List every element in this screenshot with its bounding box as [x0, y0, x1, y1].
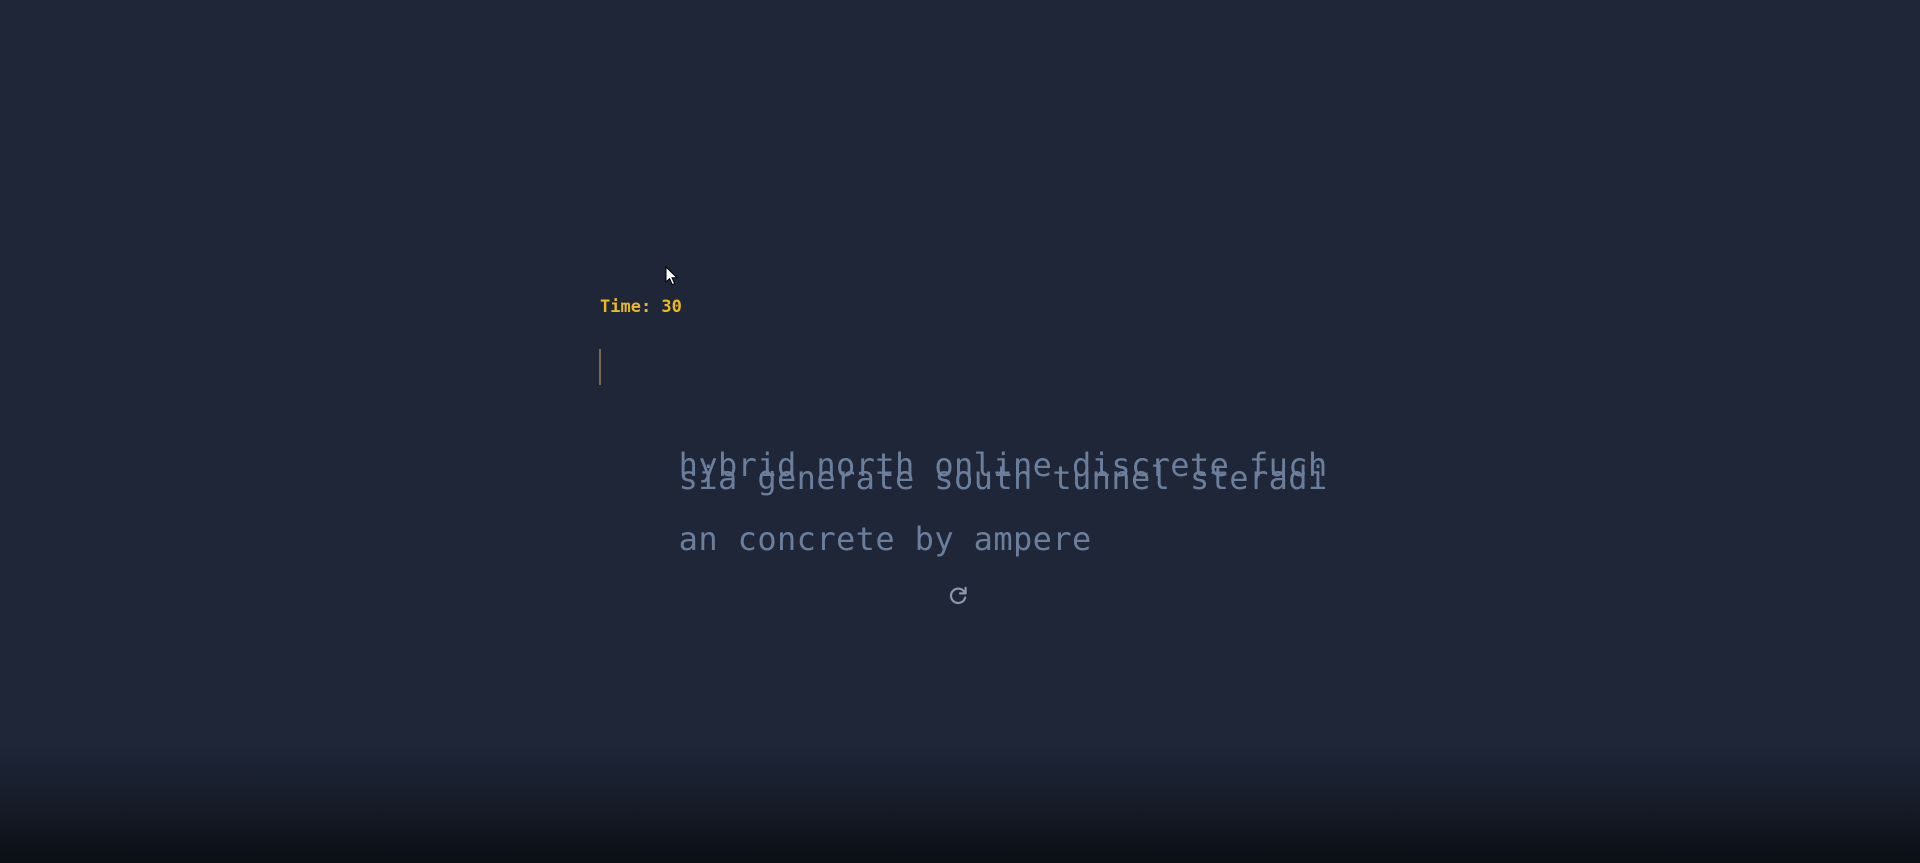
word-line-text: an concrete by ampere	[678, 520, 1092, 558]
word-line-3: an concrete by ampere	[600, 467, 1320, 558]
refresh-icon	[946, 584, 970, 608]
word-line-1: hybrid north online discrete fuch	[599, 345, 1327, 484]
typing-text-area[interactable]: hybrid north online discrete fuch sia ge…	[599, 345, 1328, 558]
timer-display: Time: 30	[600, 297, 682, 317]
mouse-pointer-icon	[665, 265, 679, 291]
word-line-2: sia generate south tunnel steradi	[600, 406, 1328, 497]
restart-button[interactable]	[946, 582, 970, 610]
text-caret	[599, 349, 601, 385]
